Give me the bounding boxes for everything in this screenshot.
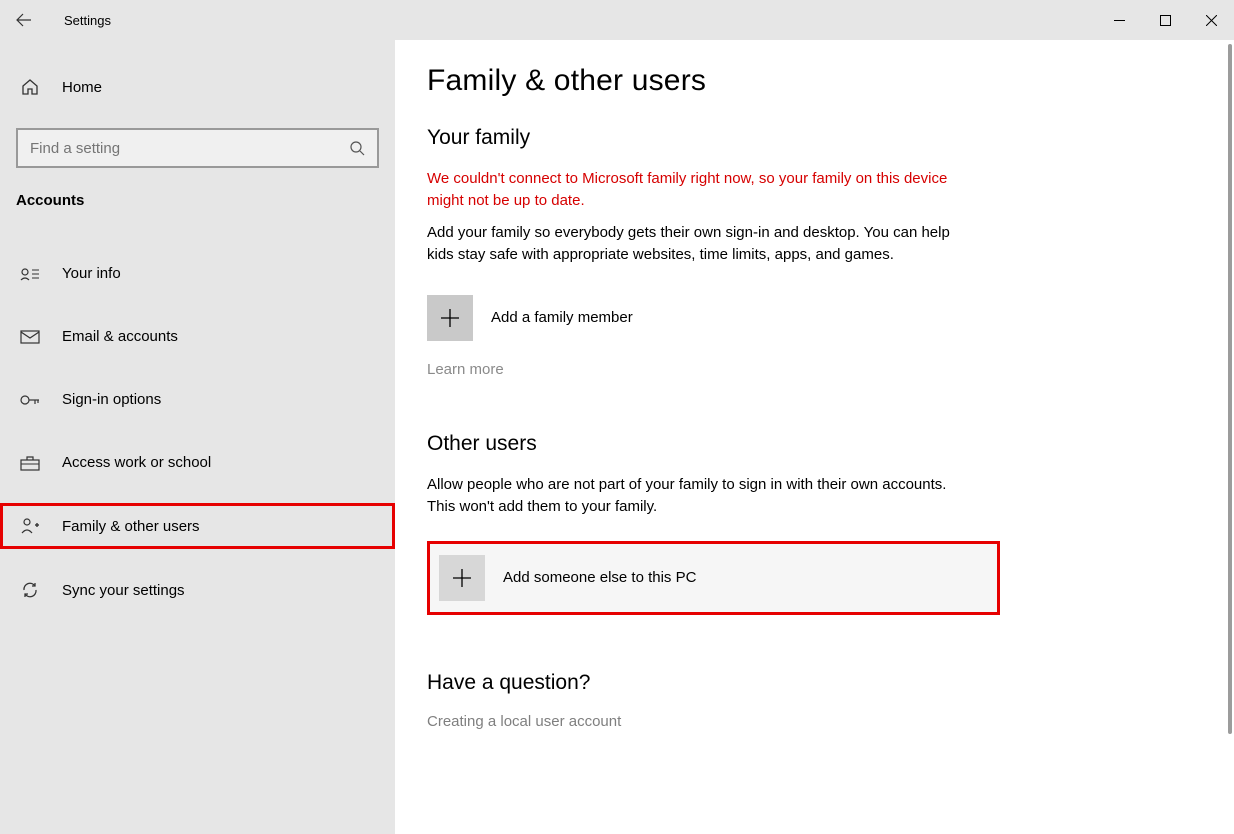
search-input[interactable] (30, 140, 349, 157)
add-someone-label: Add someone else to this PC (503, 569, 696, 586)
home-icon (21, 78, 39, 96)
plus-icon (439, 307, 461, 329)
nav-label: Your info (62, 265, 121, 282)
category-heading: Accounts (0, 192, 395, 217)
nav-label: Sync your settings (62, 582, 185, 599)
plus-box (427, 295, 473, 341)
sidebar-item-signin-options[interactable]: Sign-in options (0, 377, 395, 422)
content-area: Family & other users Your family We coul… (395, 40, 1234, 834)
home-label: Home (62, 79, 102, 96)
plus-icon (451, 567, 473, 589)
scrollbar[interactable] (1228, 44, 1232, 734)
maximize-icon (1160, 15, 1171, 26)
nav-list: Your info Email & accounts Sign-in optio… (0, 251, 395, 613)
sidebar-item-your-info[interactable]: Your info (0, 251, 395, 296)
nav-label: Access work or school (62, 454, 211, 471)
help-heading: Have a question? (427, 671, 1198, 695)
help-link-create-local-account[interactable]: Creating a local user account (427, 713, 621, 730)
back-button[interactable] (8, 4, 40, 36)
window-controls (1096, 0, 1234, 40)
minimize-button[interactable] (1096, 0, 1142, 40)
other-users-heading: Other users (427, 432, 1198, 456)
sidebar-item-sync-settings[interactable]: Sync your settings (0, 567, 395, 613)
nav-label: Family & other users (62, 518, 200, 535)
add-family-member-button[interactable]: Add a family member (427, 289, 1198, 347)
family-description: Add your family so everybody gets their … (427, 222, 967, 267)
titlebar: Settings (0, 0, 1234, 40)
key-icon (20, 392, 40, 408)
other-users-description: Allow people who are not part of your fa… (427, 474, 967, 519)
close-button[interactable] (1188, 0, 1234, 40)
close-icon (1206, 15, 1217, 26)
sidebar: Home Accounts Your info Email & accounts… (0, 40, 395, 834)
family-warning: We couldn't connect to Microsoft family … (427, 168, 967, 212)
people-icon (20, 517, 40, 535)
briefcase-icon (20, 455, 40, 471)
person-card-icon (20, 266, 40, 282)
family-heading: Your family (427, 126, 1198, 150)
search-icon (349, 140, 365, 156)
sidebar-item-family-users[interactable]: Family & other users (0, 503, 395, 549)
nav-label: Sign-in options (62, 391, 161, 408)
learn-more-link[interactable]: Learn more (427, 361, 504, 378)
mail-icon (20, 330, 40, 344)
sync-icon (21, 581, 39, 599)
search-box[interactable] (16, 128, 379, 168)
home-nav[interactable]: Home (0, 68, 395, 106)
sidebar-item-email-accounts[interactable]: Email & accounts (0, 314, 395, 359)
plus-box (439, 555, 485, 601)
add-someone-else-button[interactable]: Add someone else to this PC (427, 541, 1000, 615)
nav-label: Email & accounts (62, 328, 178, 345)
sidebar-item-access-work[interactable]: Access work or school (0, 440, 395, 485)
maximize-button[interactable] (1142, 0, 1188, 40)
add-family-label: Add a family member (491, 309, 633, 326)
arrow-left-icon (16, 12, 32, 28)
minimize-icon (1114, 15, 1125, 26)
window-title: Settings (64, 13, 111, 28)
page-title: Family & other users (427, 64, 1198, 98)
